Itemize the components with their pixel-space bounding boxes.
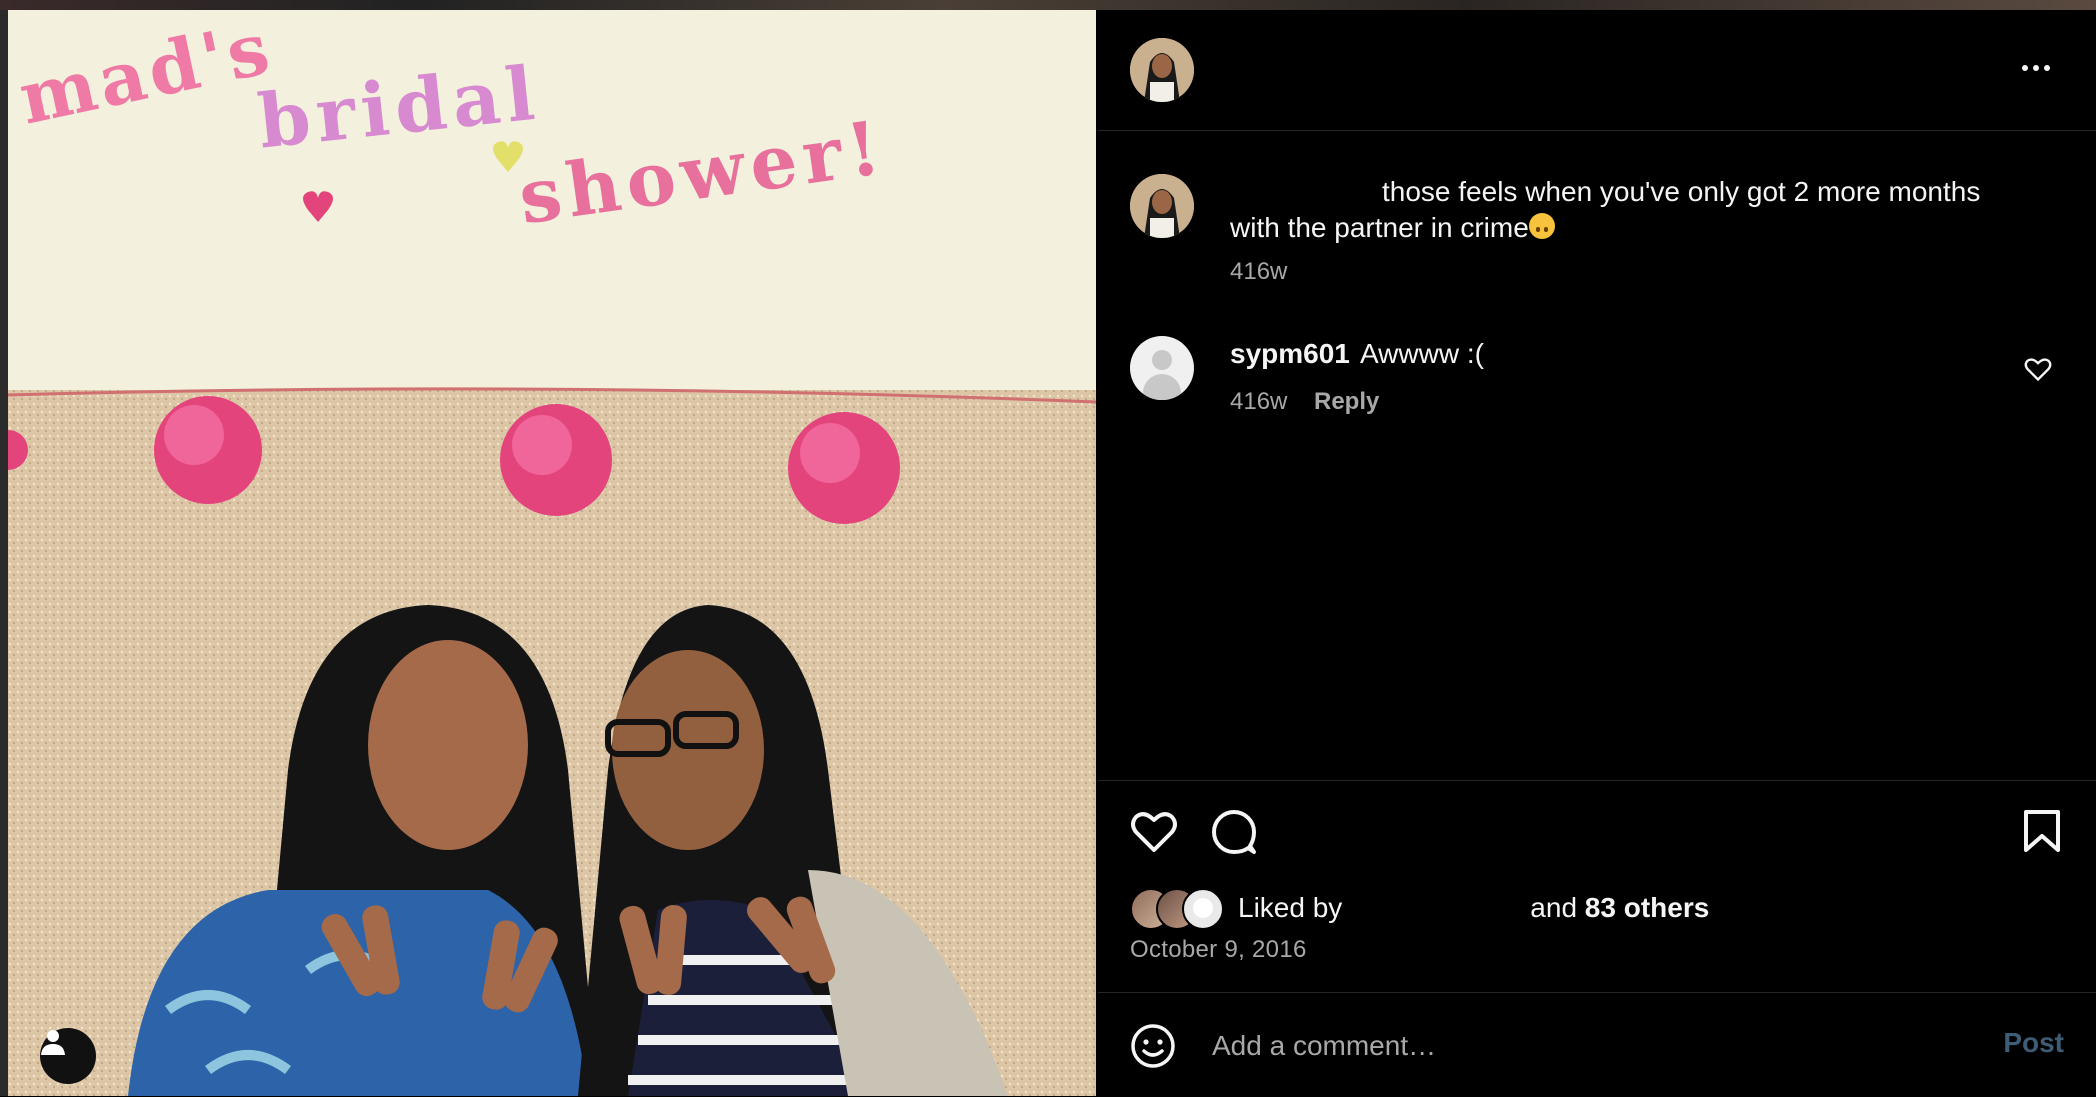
commenter-avatar[interactable] <box>1130 336 1194 400</box>
actions-divider <box>1098 780 2096 781</box>
heart-icon[interactable] <box>1130 808 1178 854</box>
comment-icon[interactable] <box>1210 808 1258 856</box>
post-comment-button[interactable]: Post <box>2003 1027 2064 1059</box>
caption-avatar[interactable] <box>1130 174 1194 238</box>
liked-by-row: Liked by and 83 others <box>1130 888 2030 930</box>
post-date[interactable]: October 9, 2016 <box>1130 936 1307 964</box>
upside-down-face-icon <box>1528 213 1555 239</box>
tagged-people-button[interactable] <box>40 1028 96 1084</box>
comment-heart-icon[interactable] <box>2024 356 2052 382</box>
emoji-icon[interactable] <box>1130 1023 1176 1069</box>
bookmark-icon[interactable] <box>2022 808 2062 854</box>
post-details-panel: those feels when you've only got 2 more … <box>1098 10 2096 1096</box>
caption-body: those feels when you've only got 2 more … <box>1230 176 1981 243</box>
add-comment-bar: Post <box>1098 992 2096 1097</box>
more-options-icon[interactable] <box>2016 56 2056 80</box>
pompom-2 <box>500 404 612 516</box>
likes-others-link[interactable]: 83 others <box>1585 892 1710 923</box>
background-strip <box>0 0 2096 10</box>
pompom-3 <box>788 412 900 524</box>
caption-timestamp[interactable]: 416w <box>1230 258 1287 286</box>
liker-avatars[interactable] <box>1130 888 1230 930</box>
comment-text: Awwww :( <box>1360 338 1484 369</box>
profile-avatar[interactable] <box>1130 38 1194 102</box>
background-edge <box>0 10 8 1096</box>
post-header <box>1098 10 2096 131</box>
comment-item: sypm601 Awwww :( 416w Reply <box>1098 328 2096 428</box>
liked-by-text: Liked by and 83 others <box>1238 892 1710 923</box>
caption-text: those feels when you've only got 2 more … <box>1230 174 2030 246</box>
comment-timestamp[interactable]: 416w <box>1230 388 1287 416</box>
person-icon <box>41 1030 65 1055</box>
liker-avatar <box>1182 888 1224 930</box>
comment-input[interactable] <box>1210 1021 1914 1071</box>
comment-username[interactable]: sypm601 <box>1230 338 1350 370</box>
pompom-1 <box>154 396 262 504</box>
comment-reply-button[interactable]: Reply <box>1314 388 1379 416</box>
post-photo[interactable]: mad's bridal shower! <box>8 10 1096 1096</box>
